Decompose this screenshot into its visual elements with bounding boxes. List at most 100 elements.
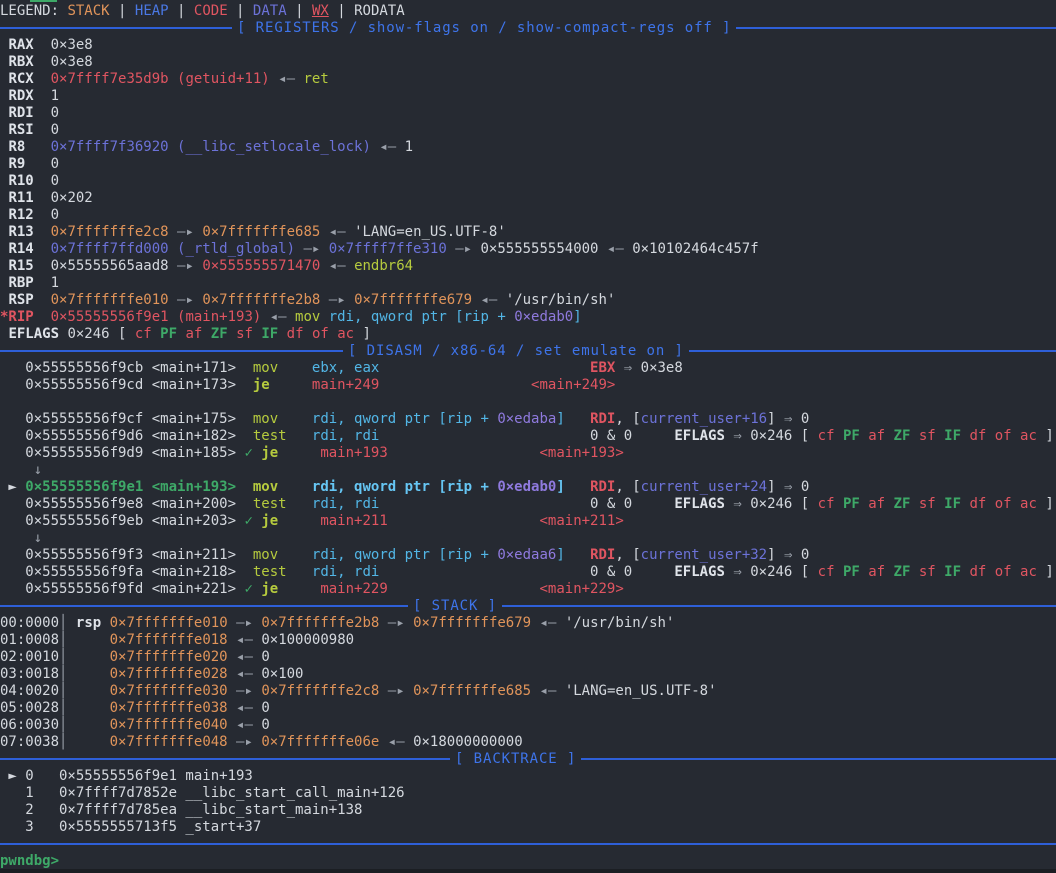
text-segment: ] (556, 547, 564, 563)
text-segment: 0×7fffffffe685 (202, 224, 320, 240)
text-segment: 0×246 [ (59, 326, 135, 342)
disasm-header-label: [ DISASM / x86-64 / set emulate on ] (343, 343, 689, 360)
text-segment (278, 360, 312, 376)
terminal-line: RAX 0×3e8 (0, 37, 1056, 54)
text-segment: rsp (76, 615, 101, 631)
text-segment: 0×18000000000 (413, 734, 523, 750)
text-segment: 01:0008 (0, 632, 59, 648)
text-segment (278, 547, 312, 563)
text-segment: rdi, qword ptr [rip + (312, 479, 497, 495)
text-segment (34, 224, 51, 240)
text-segment: —▸ (169, 292, 203, 308)
text-segment: RBX (8, 54, 33, 70)
text-segment (565, 479, 590, 495)
terminal-line: 07:0038│ 0×7fffffffe048 —▸ 0×7fffffffe06… (0, 734, 1056, 751)
prompt-line[interactable]: pwndbg> (0, 853, 1056, 870)
text-segment (835, 496, 843, 512)
text-segment (278, 513, 320, 529)
text-segment: | (329, 3, 354, 19)
text-segment: ZF (894, 496, 911, 512)
text-segment (986, 496, 994, 512)
text-segment: , [ (615, 479, 640, 495)
text-segment: rdi, qword ptr [rip + (312, 547, 497, 563)
text-segment: 0×7fffffffe038 (110, 700, 228, 716)
text-segment: 0×246 [ (750, 564, 817, 580)
text-segment: df (287, 326, 304, 342)
text-segment: ◂— (472, 292, 506, 308)
terminal-line: 03:0018│ 0×7fffffffe028 ◂— 0×100 (0, 666, 1056, 683)
text-segment: , [ (615, 411, 640, 427)
text-segment (320, 309, 328, 325)
text-segment (910, 496, 918, 512)
text-segment: 04:0020 (0, 683, 59, 699)
text-segment: 0 (34, 207, 59, 223)
text-segment: 0×202 (34, 190, 93, 206)
terminal-line: ↓ (0, 530, 1056, 547)
text-segment: R8 (8, 139, 25, 155)
text-segment: 07:0038 (0, 734, 59, 750)
text-segment: 0×55555556f9d9 <main+185> (0, 445, 244, 461)
text-segment: ◂— (599, 241, 633, 257)
section-header-stack: [ STACK ] (0, 598, 1056, 615)
terminal-line: RSP 0×7fffffffe010 —▸ 0×7fffffffe2b8 —▸ … (0, 292, 1056, 309)
text-segment: | (110, 3, 135, 19)
text-segment: 0×7fffffffe018 (110, 632, 228, 648)
text-segment: ] (1037, 496, 1054, 512)
text-segment: ] (1037, 428, 1054, 444)
text-segment: ⇒ (776, 547, 801, 563)
text-segment: sf (919, 496, 936, 512)
backtrace-panel: ► 0 0×55555556f9e1 main+193 1 0×7ffff7d7… (0, 768, 1056, 836)
text-segment: ] (767, 479, 775, 495)
text-segment: 0×7fffffffe048 (110, 734, 228, 750)
text-segment: sf (236, 326, 253, 342)
text-segment: RDX (8, 88, 33, 104)
text-segment: 0×55555565aad8 (51, 258, 169, 274)
text-segment (25, 139, 50, 155)
text-segment: EFLAGS (674, 496, 725, 512)
text-segment: 0×edaba (497, 411, 556, 427)
text-segment (565, 547, 590, 563)
text-segment (1012, 564, 1020, 580)
disasm-panel: 0×55555556f9cb <main+171> mov ebx, eax E… (0, 360, 1056, 598)
text-segment: 0 & 0 (590, 428, 674, 444)
terminal-line: RSI 0 (0, 122, 1056, 139)
text-segment: ◂— (371, 139, 405, 155)
terminal-line: 05:0028│ 0×7fffffffe038 ◂— 0 (0, 700, 1056, 717)
text-segment: IF (261, 326, 278, 342)
text-segment: —▸ (447, 241, 481, 257)
terminal-line (0, 394, 1056, 411)
text-segment: 0×3e8 (34, 54, 93, 70)
text-segment (910, 428, 918, 444)
text-segment: 0×55555556f9cf <main+175> (0, 411, 253, 427)
text-segment: of (995, 564, 1012, 580)
text-segment: , [ (615, 547, 640, 563)
text-segment (1012, 496, 1020, 512)
text-segment: —▸ (320, 292, 354, 308)
legend-bar: LEGEND: STACK | HEAP | CODE | DATA | WX … (0, 3, 1056, 20)
terminal-line: pwndbg> (0, 853, 1056, 870)
text-segment: <main+249> (531, 377, 615, 393)
text-segment (835, 564, 843, 580)
text-segment (287, 428, 312, 444)
text-segment: 0×55555556f9e1 (main+193) (51, 309, 262, 325)
text-segment: 0×7fffffffe030 (110, 683, 228, 699)
section-header-registers: [ REGISTERS / show-flags on / show-compa… (0, 20, 1056, 37)
text-segment: mov (253, 411, 278, 427)
text-segment: 0×7fffffffe685 (413, 683, 531, 699)
text-segment (835, 428, 843, 444)
text-segment (67, 649, 109, 665)
text-segment (860, 496, 868, 512)
text-segment: mov (295, 309, 320, 325)
text-segment (67, 717, 109, 733)
text-segment: 0×3e8 (641, 360, 683, 376)
text-segment: main+249 (312, 377, 379, 393)
text-segment: ] (354, 326, 371, 342)
registers-panel: RAX 0×3e8 RBX 0×3e8 RCX 0×7ffff7e35d9b (… (0, 37, 1056, 343)
text-segment: R9 (8, 156, 25, 172)
text-segment: 0×55555556f9e1 <main+193> (25, 479, 236, 495)
text-segment: ] (1037, 564, 1054, 580)
text-segment: ◂— (320, 224, 354, 240)
text-segment: —▸ (228, 615, 262, 631)
text-segment: EBX (590, 360, 615, 376)
text-segment: sf (919, 428, 936, 444)
